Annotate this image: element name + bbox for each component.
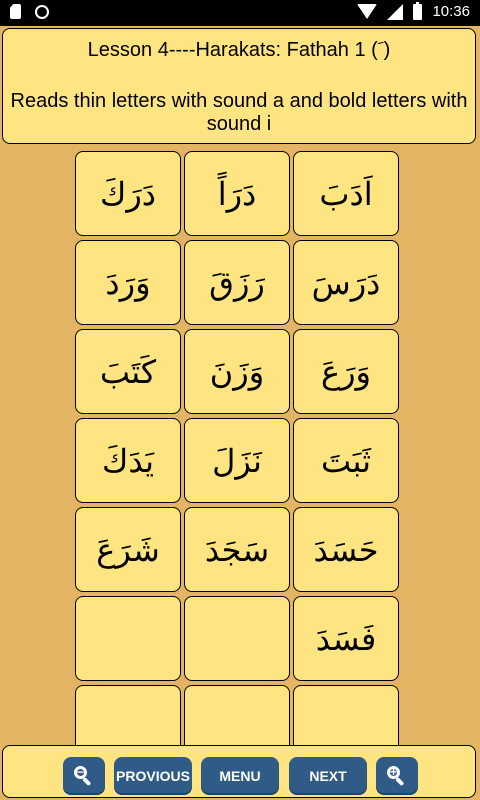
bottom-nav-bar: − PROVIOUS MENU NEXT +: [2, 745, 476, 798]
zoom-in-button[interactable]: +: [376, 757, 418, 795]
next-button[interactable]: NEXT: [289, 757, 367, 795]
word-tile[interactable]: رَزَقَ: [184, 240, 290, 325]
word-tile[interactable]: وَزَنَ: [184, 329, 290, 414]
zoom-out-button[interactable]: −: [63, 757, 105, 795]
status-bar: 10:36: [0, 0, 480, 26]
word-tile[interactable]: وَرَدَ: [75, 240, 181, 325]
word-tile[interactable]: شَرَعَ: [75, 507, 181, 592]
word-tile[interactable]: اَدَبَ: [293, 151, 399, 236]
word-tile[interactable]: يَدَكَ: [75, 418, 181, 503]
menu-button[interactable]: MENU: [201, 757, 279, 795]
zoom-in-icon: +: [387, 766, 407, 787]
cell-signal-icon: [387, 3, 404, 20]
word-tile[interactable]: وَرَعَ: [293, 329, 399, 414]
word-grid: دَرَكَ دَرَاً اَدَبَ وَرَدَ رَزَقَ دَرَس…: [75, 151, 405, 770]
previous-button[interactable]: PROVIOUS: [114, 757, 192, 795]
word-tile[interactable]: دَرَكَ: [75, 151, 181, 236]
word-tile-empty[interactable]: [184, 596, 290, 681]
word-tile-empty[interactable]: [75, 596, 181, 681]
battery-icon: [413, 1, 423, 20]
word-tile[interactable]: كَتَبَ: [75, 329, 181, 414]
zoom-out-icon: −: [74, 766, 94, 787]
word-tile[interactable]: دَرَاً: [184, 151, 290, 236]
word-tile[interactable]: دَرَسَ: [293, 240, 399, 325]
word-tile[interactable]: فَسَدَ: [293, 596, 399, 681]
lesson-description: Reads thin letters with sound a and bold…: [10, 90, 468, 135]
word-tile[interactable]: حَسَدَ: [293, 507, 399, 592]
word-tile[interactable]: ثَبَتَ: [293, 418, 399, 503]
lesson-header: Lesson 4----Harakats: Fathah 1 ( َ) Read…: [2, 28, 476, 144]
sd-card-icon: [10, 4, 21, 19]
lesson-title: Lesson 4----Harakats: Fathah 1 ( َ): [87, 39, 391, 61]
sync-circle-icon: [35, 4, 49, 19]
word-tile[interactable]: سَجَدَ: [184, 507, 290, 592]
status-time: 10:36: [432, 3, 470, 20]
word-tile[interactable]: نَزَلَ: [184, 418, 290, 503]
wifi-icon: [357, 4, 378, 19]
